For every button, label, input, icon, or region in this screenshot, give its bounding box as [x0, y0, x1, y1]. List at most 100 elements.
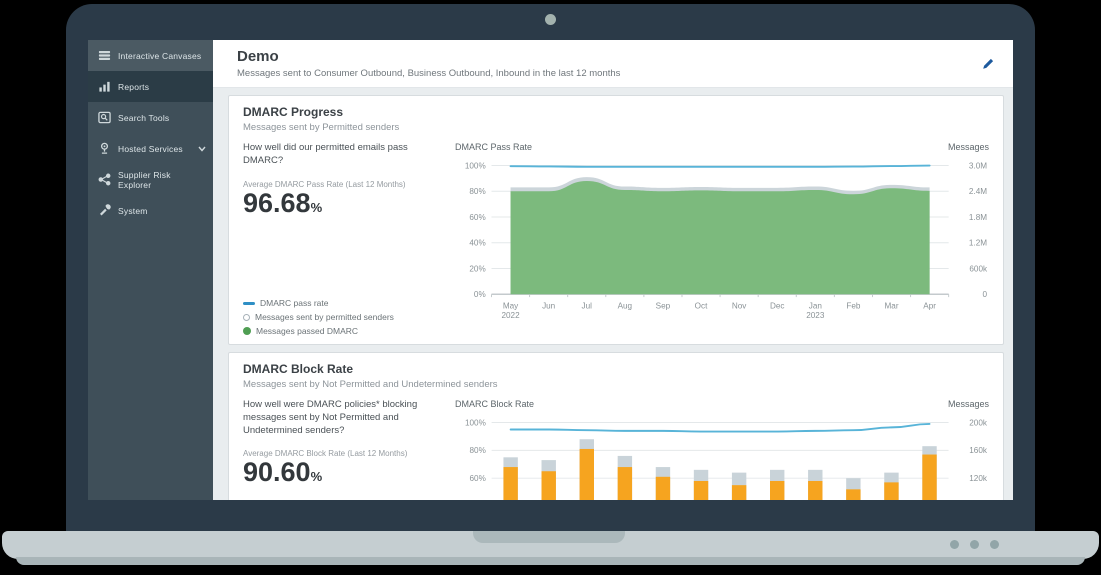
dmarc-pass-rate-chart: 100% 3.0M 80% 2.4M 60% 1.8M 40% 1.2M 20% 600k 0% 0 M… — [455, 154, 989, 327]
svg-text:200k: 200k — [969, 418, 988, 427]
bar-blocked — [884, 482, 898, 500]
chart-axis-title-left: DMARC Block Rate — [455, 399, 534, 409]
svg-text:3.0M: 3.0M — [969, 161, 987, 170]
svg-text:20%: 20% — [469, 264, 485, 273]
sidebar-item-system[interactable]: System — [88, 195, 213, 226]
svg-text:160k: 160k — [969, 446, 988, 455]
bar-blocked — [732, 485, 746, 500]
svg-text:60%: 60% — [469, 213, 485, 222]
laptop-mockup: Interactive Canvases Reports Search Tools H… — [0, 0, 1101, 575]
page-header: Demo Messages sent to Consumer Outbound,… — [213, 40, 1013, 88]
card-dmarc-progress: DMARC Progress Messages sent by Permitte… — [228, 95, 1004, 345]
svg-text:100%: 100% — [465, 161, 486, 170]
app-window: Interactive Canvases Reports Search Tools H… — [88, 40, 1013, 500]
chart-axis-title-right: Messages — [948, 142, 989, 152]
svg-text:1.8M: 1.8M — [969, 213, 987, 222]
bar-blocked — [656, 477, 670, 500]
sidebar-item-search-tools[interactable]: Search Tools — [88, 102, 213, 133]
svg-text:Mar: Mar — [884, 302, 898, 311]
sidebar-item-label: Hosted Services — [118, 144, 183, 154]
metric-value: 96.68% — [243, 189, 445, 219]
chevron-down-icon — [198, 146, 206, 152]
chart-panel: DMARC Pass Rate Messages 100% 3.0M 80% 2.4M… — [451, 142, 989, 338]
svg-text:60%: 60% — [470, 474, 486, 483]
bar-blocked — [542, 471, 556, 500]
canvases-icon — [98, 49, 118, 62]
chart-axis-title-right: Messages — [948, 399, 989, 409]
sidebar-item-label: Search Tools — [118, 113, 169, 123]
svg-text:600k: 600k — [969, 264, 988, 273]
chart-panel: DMARC Block Rate Messages 100%200k80%160… — [451, 399, 989, 500]
sidebar: Interactive Canvases Reports Search Tools H… — [88, 40, 213, 500]
bar-blocked — [922, 455, 936, 500]
metric-question: How well were DMARC policies* blocking m… — [243, 399, 445, 437]
svg-text:Jul: Jul — [582, 302, 593, 311]
svg-text:0: 0 — [983, 290, 988, 299]
laptop-base — [2, 531, 1099, 559]
sidebar-item-label: Interactive Canvases — [118, 51, 201, 61]
svg-text:Jun: Jun — [542, 302, 555, 311]
svg-text:Jan: Jan — [809, 302, 822, 311]
edit-icon[interactable] — [981, 57, 995, 71]
metric-value: 90.60% — [243, 458, 445, 488]
card-dmarc-block-rate: DMARC Block Rate Messages sent by Not Pe… — [228, 352, 1004, 500]
dashboard-content: DMARC Progress Messages sent by Permitte… — [213, 88, 1013, 500]
sidebar-item-label: Reports — [118, 82, 149, 92]
bar-blocked — [694, 481, 708, 500]
svg-text:May: May — [503, 302, 519, 311]
svg-text:Dec: Dec — [770, 302, 785, 311]
svg-text:2022: 2022 — [501, 311, 520, 320]
svg-text:40%: 40% — [469, 239, 485, 248]
block-rate-line — [511, 424, 930, 432]
bar-blocked — [770, 481, 784, 500]
page-subtitle: Messages sent to Consumer Outbound, Busi… — [237, 68, 620, 79]
svg-text:1.2M: 1.2M — [969, 239, 987, 248]
green-dot-swatch — [243, 327, 251, 335]
laptop-base-dots — [950, 540, 999, 549]
card-subtitle: Messages sent by Permitted senders — [243, 122, 989, 133]
bar-blocked — [503, 467, 517, 500]
legend-item: DMARC pass rate — [243, 298, 445, 308]
card-subtitle: Messages sent by Not Permitted and Undet… — [243, 379, 989, 390]
sidebar-item-hosted-services[interactable]: Hosted Services — [88, 133, 213, 164]
bar-blocked — [618, 467, 632, 500]
bar-blocked — [808, 481, 822, 500]
sidebar-item-supplier-risk-explorer[interactable]: Supplier Risk Explorer — [88, 164, 213, 195]
svg-text:Apr: Apr — [923, 302, 936, 311]
search-tools-icon — [98, 111, 118, 124]
svg-text:80%: 80% — [469, 187, 485, 196]
svg-text:2.4M: 2.4M — [969, 187, 987, 196]
page-header-text: Demo Messages sent to Consumer Outbound,… — [237, 48, 620, 79]
chart-legend: DMARC pass rate Messages sent by permitte… — [243, 294, 445, 338]
reports-icon — [98, 80, 118, 93]
bar-blocked — [580, 449, 594, 500]
laptop-base-notch — [473, 531, 625, 543]
svg-text:Oct: Oct — [695, 302, 708, 311]
svg-text:120k: 120k — [969, 474, 988, 483]
svg-text:0%: 0% — [474, 290, 486, 299]
card-title: DMARC Block Rate — [243, 362, 989, 376]
metric-panel: How well did our permitted emails pass D… — [243, 142, 451, 338]
supplier-risk-icon — [98, 173, 118, 186]
system-icon — [98, 204, 118, 217]
svg-text:Sep: Sep — [656, 302, 671, 311]
passed-area — [511, 181, 930, 294]
svg-text:Nov: Nov — [732, 302, 747, 311]
webcam-icon — [545, 14, 556, 25]
dmarc-block-rate-chart: 100%200k80%160k60%120k40%80k — [455, 411, 989, 500]
bar-blocked — [846, 489, 860, 500]
main-area: Demo Messages sent to Consumer Outbound,… — [213, 40, 1013, 500]
svg-text:Aug: Aug — [618, 302, 633, 311]
sidebar-item-interactive-canvases[interactable]: Interactive Canvases — [88, 40, 213, 71]
svg-text:2023: 2023 — [806, 311, 825, 320]
legend-item: Messages passed DMARC — [243, 326, 445, 336]
hosted-services-icon — [98, 142, 118, 155]
sidebar-item-label: System — [118, 206, 148, 216]
blue-line-swatch — [243, 302, 255, 305]
chart-axis-title-left: DMARC Pass Rate — [455, 142, 532, 152]
sidebar-item-reports[interactable]: Reports — [88, 71, 213, 102]
metric-panel: How well were DMARC policies* blocking m… — [243, 399, 451, 500]
page-title: Demo — [237, 48, 620, 65]
legend-item: Messages sent by permitted senders — [243, 312, 445, 322]
card-title: DMARC Progress — [243, 105, 989, 119]
